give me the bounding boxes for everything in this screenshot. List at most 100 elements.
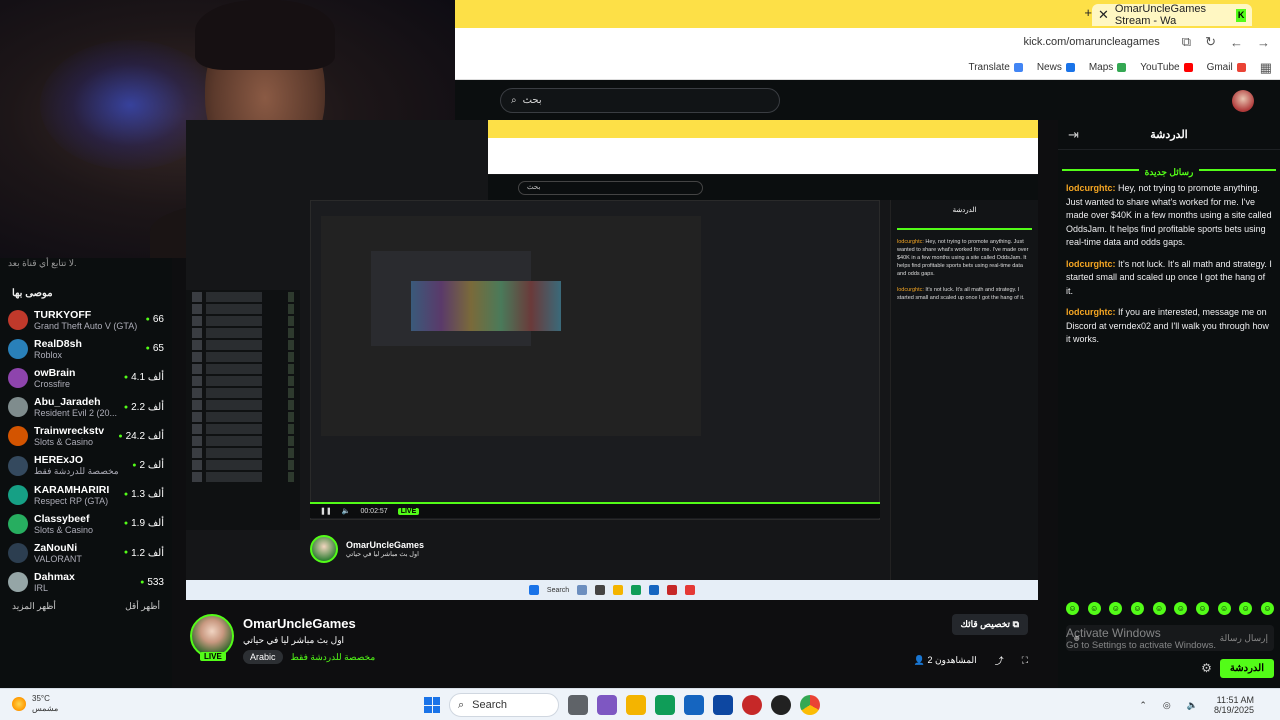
category-link[interactable]: مخصصة للدردشة فقط [291,652,376,663]
clip-icon: ⧉ [1012,619,1019,629]
copilot-icon[interactable] [597,695,617,715]
channel-name: HERExJO [34,454,84,467]
channel-avatar-icon [8,397,28,418]
chat-username[interactable]: lodcurghtc: [1066,307,1116,317]
nested-chat-message-1: lodcurghtc: Hey, not trying to promote a… [897,239,1029,277]
channel-avatar-icon [8,513,28,534]
chat-username[interactable]: lodcurghtc: [1066,259,1116,269]
emote-bar: ☺ ☺ ☺ ☺ ☺ ☺ ☺ ☺ ☺ ☺ [1066,602,1280,615]
all-bookmarks-icon[interactable]: ▦ [1260,60,1272,76]
channel-avatar-icon [8,338,28,359]
start-icon[interactable] [424,697,440,713]
webcam-hair [195,0,335,70]
player-controls[interactable]: ❚❚ 🔈 00:02:57 LIVE [310,502,880,518]
task-view-icon[interactable] [568,695,588,715]
sidebar-channel-item[interactable]: HERExJOمخصصة للدردشة فقط 2 ألف [8,451,164,480]
channel-name: RealD8sh [34,337,82,350]
viewer-count: 1.9 ألف [124,518,164,529]
bookmark-youtube[interactable]: YouTube [1140,62,1193,73]
emote-icon[interactable]: ☺ [1066,602,1079,615]
emote-icon[interactable]: ☺ [1174,602,1188,615]
emote-icon[interactable]: ☺ [1195,602,1209,615]
user-avatar[interactable] [1232,90,1254,112]
browser-tab[interactable]: ✕ OmarUncleGames Stream - Wa K [1092,3,1252,27]
clock[interactable]: 11:51 AM 8/19/2025 [1214,695,1254,715]
new-messages-divider: رسائل جديدة [1062,162,1276,177]
collapse-chat-icon[interactable]: ⇥ [1068,127,1079,143]
outlook-icon[interactable] [713,695,733,715]
emote-icon[interactable]: ☺ [1152,602,1166,615]
volume-icon[interactable]: 🔈 [1187,700,1198,711]
pause-icon[interactable]: ❚❚ [320,507,332,515]
language-tag[interactable]: Arabic [243,650,283,664]
file-explorer-icon[interactable] [626,695,646,715]
viewer-count: 👤 المشاهدون 2 [913,655,977,665]
weather-widget[interactable]: 35°C مشمس [12,694,58,714]
taskbar-search[interactable]: ⌕ Search [449,693,559,717]
nested-kick-header: بحث [488,175,1038,200]
send-chat-button[interactable]: الدردشة [1219,658,1274,678]
forward-icon[interactable]: → [1257,35,1270,50]
channel-category: Slots & Casino [34,437,94,448]
volume-icon[interactable]: 🔈 [342,507,351,515]
url-field[interactable]: kick.com/omaruncleagames [1023,36,1159,48]
network-icon[interactable]: ◎ [1163,700,1171,711]
sidebar-channel-item[interactable]: Abu_JaradehResident Evil 2 (20... 2.2 ألف [8,393,164,422]
emote-icon[interactable]: ☺ [1260,602,1274,615]
search-input[interactable]: ⌕ بحث [500,88,780,113]
video-player[interactable]: بحث الدردشة lodcurghtc: Hey, not trying … [186,120,1038,600]
edge-icon[interactable] [655,695,675,715]
chat-panel: ⇥ الدردشة رسائل جديدة lodcurghtc: Hey, n… [1058,120,1280,688]
show-less-link[interactable]: أظهر أقل [125,601,160,612]
share-icon[interactable]: ⤴ [995,654,1004,667]
sidebar-channel-item[interactable]: ZaNouNiVALORANT 1.2 ألف [8,539,164,568]
activate-subtitle: Go to Settings to activate Windows. [1066,640,1216,651]
new-tab-icon[interactable]: + [1084,5,1092,20]
viewer-count: 2.2 ألف [124,402,164,413]
chat-send-row: ⚙ الدردشة [1066,656,1274,680]
sidebar-channel-item[interactable]: RealD8shRoblox 65 [8,334,164,363]
weather-temperature: 35°C [32,694,50,703]
store-icon[interactable] [684,695,704,715]
install-app-icon[interactable]: ⧉ [1182,34,1191,50]
bookmark-maps[interactable]: Maps [1089,62,1127,73]
sidebar-channel-item[interactable]: owBrainCrossfire 4.1 ألف [8,363,164,392]
viewer-count: 24.2 ألف [118,431,164,442]
emote-icon[interactable]: ☺ [1087,602,1101,615]
stream-tags: Arabic مخصصة للدردشة فقط [243,650,375,664]
emote-icon[interactable]: ☺ [1217,602,1231,615]
emote-icon[interactable]: ☺ [1239,602,1253,615]
close-tab-icon[interactable]: ✕ [1098,7,1109,23]
clip-button[interactable]: تخصيص قائك ⧉ [951,614,1028,635]
sidebar-channel-item[interactable]: ClassybeefSlots & Casino 1.9 ألف [8,509,164,538]
system-tray: ⌃ ◎ 🔈 11:51 AM 8/19/2025 [1139,695,1254,715]
bookmark-gmail[interactable]: Gmail [1207,62,1246,73]
nested-taskbar-search: Search [546,586,570,594]
emote-icon[interactable]: ☺ [1109,602,1123,615]
chrome-icon[interactable] [800,695,820,715]
back-icon[interactable]: ← [1230,35,1243,50]
emote-icon[interactable]: ☺ [1130,602,1144,615]
bookmark-translate[interactable]: Translate [968,62,1023,73]
show-more-link[interactable]: أظهر المزيد [12,601,56,612]
taskbar-apps: ⌕ Search [424,693,820,717]
sidebar-channel-item[interactable]: DahmaxIRL 533 [8,568,164,597]
nested-sidebar [186,290,300,530]
sidebar-channel-item[interactable]: KARAMHARIRIRespect RP (GTA) 1.3 ألف [8,480,164,509]
sidebar-channel-item[interactable]: TrainwreckstvSlots & Casino 24.2 ألف [8,422,164,451]
bookmark-news[interactable]: News [1037,62,1075,73]
sidebar-channel-item[interactable]: TURKYOFFGrand Theft Auto V (GTA) 66 [8,305,164,334]
chat-settings-icon[interactable]: ⚙ [1201,661,1212,675]
app-icon[interactable] [742,695,762,715]
theatre-mode-icon[interactable]: ⛶ [1022,655,1028,666]
channel-name[interactable]: OmarUncleGames [243,616,356,631]
player-time: 00:02:57 [360,507,388,515]
browser-address-bar: kick.com/omaruncleagames ⧉ ↻ ← → [455,28,1280,56]
stream-title: اول بث مباشر ليا في حياتي [243,635,345,645]
chat-username[interactable]: lodcurghtc: [1066,183,1116,193]
tray-overflow-icon[interactable]: ⌃ [1139,700,1147,711]
news-icon [1065,62,1075,72]
reload-icon[interactable]: ↻ [1205,34,1216,50]
following-empty-note: لا تتابع أي قناة بعد. [8,258,77,268]
obs-icon[interactable] [771,695,791,715]
